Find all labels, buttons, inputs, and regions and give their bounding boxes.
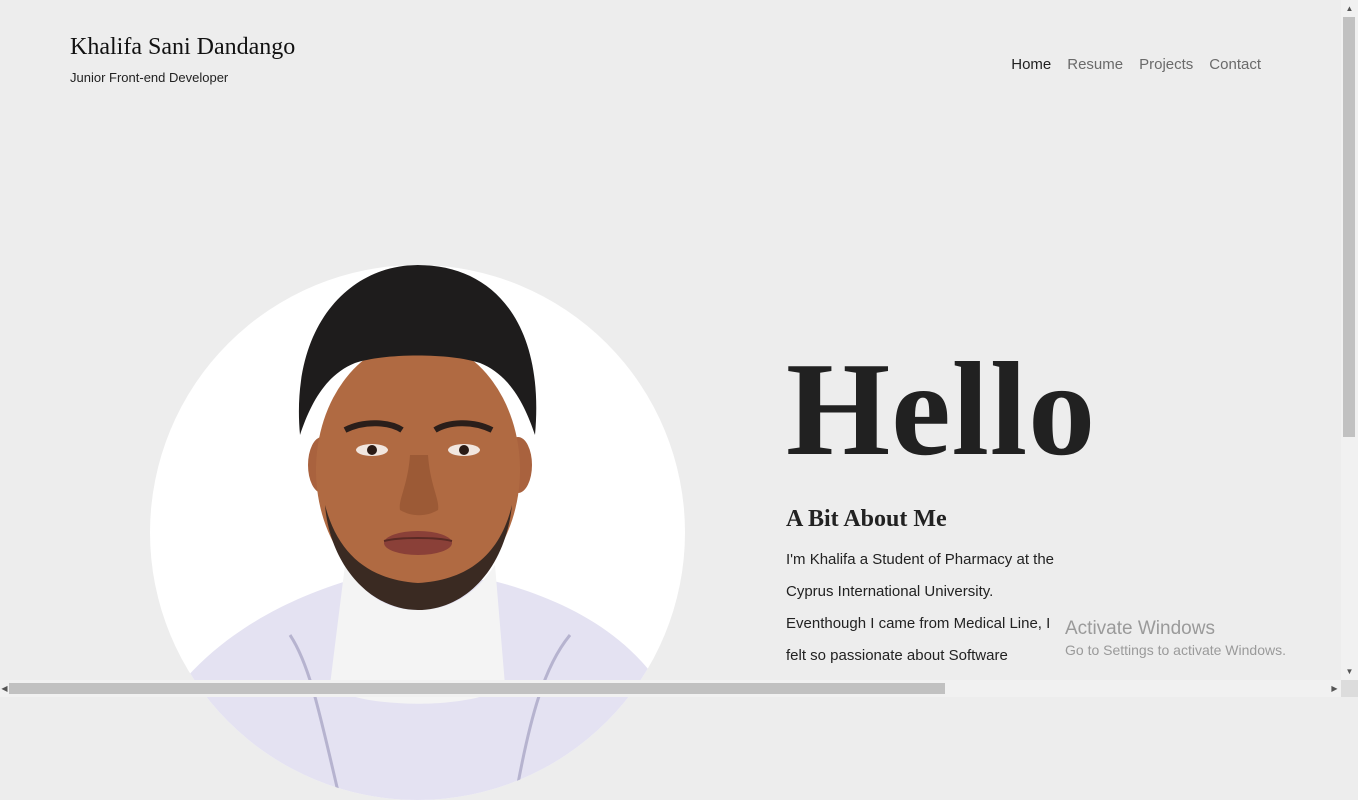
scroll-up-arrow-icon[interactable]: ▲ [1341, 0, 1358, 17]
scroll-right-arrow-icon[interactable]: ▶ [1330, 680, 1339, 697]
scroll-left-arrow-icon[interactable]: ◀ [0, 680, 9, 697]
site-name: Khalifa Sani Dandango [70, 34, 296, 60]
main-nav: Home Resume Projects Contact [1011, 56, 1261, 73]
scroll-down-arrow-icon[interactable]: ▼ [1341, 663, 1358, 680]
watermark-title: Activate Windows [1065, 618, 1215, 639]
vertical-scrollbar[interactable]: ▲ ▼ [1341, 0, 1358, 680]
nav-home-link[interactable]: Home [1011, 56, 1051, 73]
nav-resume-link[interactable]: Resume [1067, 56, 1123, 73]
vertical-scroll-thumb[interactable] [1343, 17, 1355, 437]
nav-projects-link[interactable]: Projects [1139, 56, 1193, 73]
watermark-subtitle: Go to Settings to activate Windows. [1065, 642, 1286, 658]
hello-heading: Hello [786, 335, 1097, 483]
site-tagline: Junior Front-end Developer [70, 70, 229, 85]
windows-activation-watermark: Activate Windows Go to Settings to activ… [1065, 618, 1286, 658]
horizontal-scroll-thumb[interactable] [9, 683, 945, 694]
profile-photo-illustration [150, 265, 685, 800]
horizontal-scrollbar[interactable]: ◀ ▶ [0, 680, 1341, 697]
scrollbar-corner [1341, 680, 1358, 697]
about-paragraph: I'm Khalifa a Student of Pharmacy at the… [786, 551, 1055, 664]
nav-contact-link[interactable]: Contact [1209, 56, 1261, 73]
profile-photo [150, 265, 685, 800]
about-heading: A Bit About Me [786, 506, 947, 532]
